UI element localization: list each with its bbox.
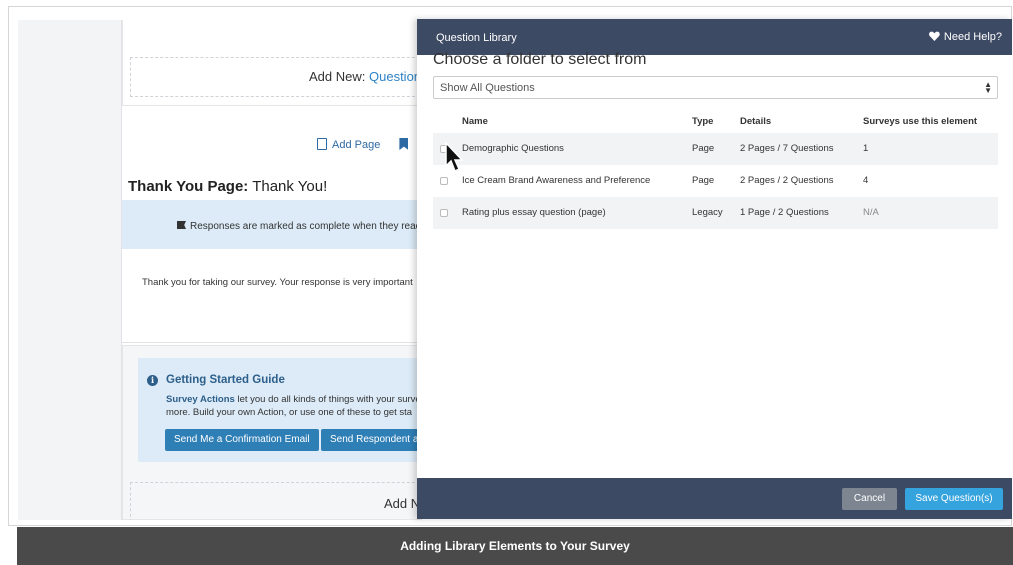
- col-header-details: Details: [740, 116, 772, 127]
- responses-text: Responses are marked as complete when th…: [190, 221, 422, 232]
- choose-folder-heading: Choose a folder to select from: [433, 51, 647, 68]
- add-new-box-bottom[interactable]: Add N: [130, 482, 422, 520]
- question-library-modal: Question Library Need Help? Choose a fol…: [417, 19, 1012, 519]
- table-row[interactable]: Rating plus essay question (page) Legacy…: [433, 197, 998, 229]
- row-surveys: 1: [863, 143, 869, 154]
- col-header-type: Type: [692, 116, 714, 127]
- video-frame: Add New: Question Add Page Thank You Pag…: [0, 0, 1013, 565]
- mouse-cursor-icon: [445, 142, 464, 173]
- page-icon: [317, 138, 327, 150]
- cancel-button[interactable]: Cancel: [842, 488, 897, 510]
- row-checkbox[interactable]: [440, 177, 448, 185]
- row-details: 2 Pages / 2 Questions: [740, 175, 834, 186]
- row-surveys: N/A: [863, 207, 879, 218]
- ty-title-bold: Thank You Page:: [128, 178, 249, 195]
- folder-select-value: Show All Questions: [440, 82, 535, 94]
- row-details: 1 Page / 2 Questions: [740, 207, 829, 218]
- table-row[interactable]: Demographic Questions Page 2 Pages / 7 Q…: [433, 133, 998, 165]
- save-questions-button[interactable]: Save Question(s): [905, 488, 1003, 510]
- thank-you-page-title: Thank You Page: Thank You!: [128, 178, 327, 195]
- bookmark-icon[interactable]: [399, 138, 409, 150]
- getting-started-title: i Getting Started Guide: [147, 374, 285, 386]
- row-checkbox[interactable]: [440, 209, 448, 217]
- info-icon: i: [147, 375, 158, 386]
- modal-footer: Cancel Save Question(s): [417, 478, 1012, 519]
- row-type: Page: [692, 143, 715, 154]
- row-name: Ice Cream Brand Awareness and Preference: [462, 175, 651, 186]
- caption-bar: Adding Library Elements to Your Survey: [17, 527, 1013, 565]
- heart-icon: [929, 31, 940, 41]
- need-help-link[interactable]: Need Help?: [929, 31, 1002, 43]
- add-new-label-bottom: Add N: [384, 496, 421, 511]
- send-confirmation-email-button[interactable]: Send Me a Confirmation Email: [165, 429, 319, 451]
- col-header-surveys: Surveys use this element: [863, 116, 978, 127]
- modal-title: Question Library: [436, 32, 517, 44]
- row-name: Rating plus essay question (page): [462, 207, 606, 218]
- add-page-button[interactable]: Add Page: [317, 138, 409, 151]
- row-type: Legacy: [692, 207, 723, 218]
- add-page-label: Add Page: [332, 139, 381, 151]
- video-caption: Adding Library Elements to Your Survey: [400, 539, 630, 553]
- survey-actions-label: Survey Actions: [166, 394, 235, 405]
- row-name: Demographic Questions: [462, 143, 564, 154]
- add-question-link[interactable]: Question: [369, 69, 421, 84]
- row-surveys: 4: [863, 175, 869, 186]
- row-details: 2 Pages / 7 Questions: [740, 143, 834, 154]
- modal-header: Question Library Need Help?: [417, 19, 1012, 55]
- thank-you-message: Thank you for taking our survey. Your re…: [142, 277, 413, 288]
- guide-text-2: more. Build your own Action, or use one …: [166, 407, 413, 418]
- divider: [122, 342, 422, 343]
- ty-title-rest: Thank You!: [248, 178, 328, 195]
- select-caret-icon: ▲ ▼: [984, 80, 992, 95]
- add-new-box[interactable]: Add New: Question: [130, 57, 422, 97]
- folder-select[interactable]: Show All Questions ▲ ▼: [433, 76, 998, 99]
- guide-text-1: let you do all kinds of things with your…: [234, 394, 421, 405]
- guide-title-text: Getting Started Guide: [166, 374, 285, 386]
- send-respondent-button[interactable]: Send Respondent a C: [321, 429, 422, 451]
- col-header-name: Name: [462, 116, 488, 127]
- add-new-label: Add New:: [309, 69, 366, 84]
- flag-icon: [177, 221, 186, 229]
- survey-builder: Add New: Question Add Page Thank You Pag…: [122, 20, 422, 520]
- row-type: Page: [692, 175, 715, 186]
- responses-notice: Responses are marked as complete when th…: [122, 200, 422, 249]
- table-row[interactable]: Ice Cream Brand Awareness and Preference…: [433, 165, 998, 197]
- guide-description: Survey Actions let you do all kinds of t…: [166, 393, 422, 419]
- need-help-label: Need Help?: [943, 31, 1002, 43]
- left-sidebar: [18, 20, 122, 520]
